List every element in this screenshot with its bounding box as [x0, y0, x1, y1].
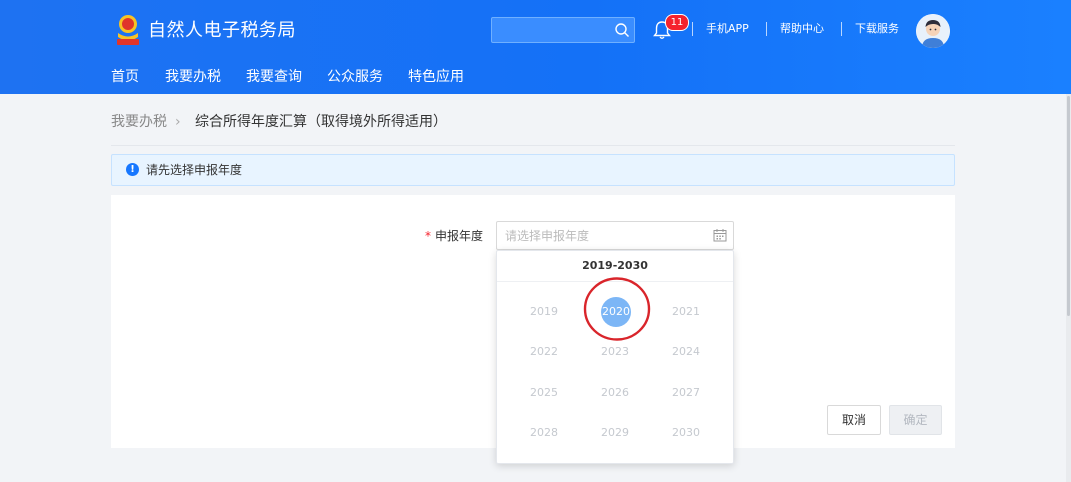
nav-tax-handling[interactable]: 我要办税 [165, 67, 221, 87]
divider [111, 145, 955, 146]
info-icon: ! [126, 163, 139, 176]
info-alert: ! 请先选择申报年度 [111, 154, 955, 186]
year-option-2020[interactable]: 2020 [601, 297, 631, 327]
breadcrumb-separator: › [175, 114, 181, 130]
site-title[interactable]: 自然人电子税务局 [148, 19, 296, 43]
year-picker-panel: 2019-2030 2019 2020 2021 2022 2023 2024 … [496, 250, 734, 464]
required-mark: * [425, 229, 431, 243]
search-box[interactable] [491, 17, 635, 43]
link-mobile-app[interactable]: 手机APP [706, 21, 749, 37]
year-option-2024[interactable]: 2024 [666, 338, 706, 366]
year-option-2025[interactable]: 2025 [524, 379, 564, 407]
top-header: 自然人电子税务局 11 手机APP 帮助中心 下载服务 首页 我要办税 我要查询… [0, 0, 1071, 94]
nav-public-service[interactable]: 公众服务 [327, 67, 383, 87]
tax-emblem-icon [117, 15, 139, 45]
nav-featured-apps[interactable]: 特色应用 [408, 67, 464, 87]
user-avatar-icon [916, 14, 950, 48]
search-icon[interactable] [614, 22, 630, 38]
alert-text: 请先选择申报年度 [146, 163, 243, 177]
year-field-label: * 申报年度 [425, 228, 483, 244]
link-help-center[interactable]: 帮助中心 [780, 21, 824, 37]
cancel-button[interactable]: 取消 [827, 405, 881, 435]
divider [841, 22, 842, 36]
breadcrumb-current: 综合所得年度汇算（取得境外所得适用） [195, 114, 447, 130]
year-option-2021[interactable]: 2021 [666, 298, 706, 326]
year-option-2030[interactable]: 2030 [666, 419, 706, 447]
year-option-2028[interactable]: 2028 [524, 419, 564, 447]
year-range-header: 2019-2030 [497, 251, 733, 282]
year-option-2029[interactable]: 2029 [595, 419, 635, 447]
year-option-2022[interactable]: 2022 [524, 338, 564, 366]
avatar[interactable] [916, 14, 950, 48]
year-option-2027[interactable]: 2027 [666, 379, 706, 407]
year-option-2019[interactable]: 2019 [524, 298, 564, 326]
link-download-service[interactable]: 下载服务 [855, 21, 899, 37]
year-input-placeholder: 请选择申报年度 [505, 229, 590, 243]
divider [766, 22, 767, 36]
year-option-2026[interactable]: 2026 [595, 379, 635, 407]
calendar-icon[interactable] [713, 228, 727, 242]
divider [692, 22, 693, 36]
nav-query[interactable]: 我要查询 [246, 67, 302, 87]
nav-home[interactable]: 首页 [111, 67, 139, 87]
year-label-text: 申报年度 [435, 229, 484, 243]
scrollbar-thumb[interactable] [1067, 96, 1070, 316]
breadcrumb-root[interactable]: 我要办税 [111, 112, 167, 132]
year-select-input[interactable]: 请选择申报年度 [496, 221, 734, 250]
notification-badge: 11 [665, 14, 689, 31]
year-option-2023[interactable]: 2023 [595, 338, 635, 366]
confirm-button[interactable]: 确定 [889, 405, 942, 435]
